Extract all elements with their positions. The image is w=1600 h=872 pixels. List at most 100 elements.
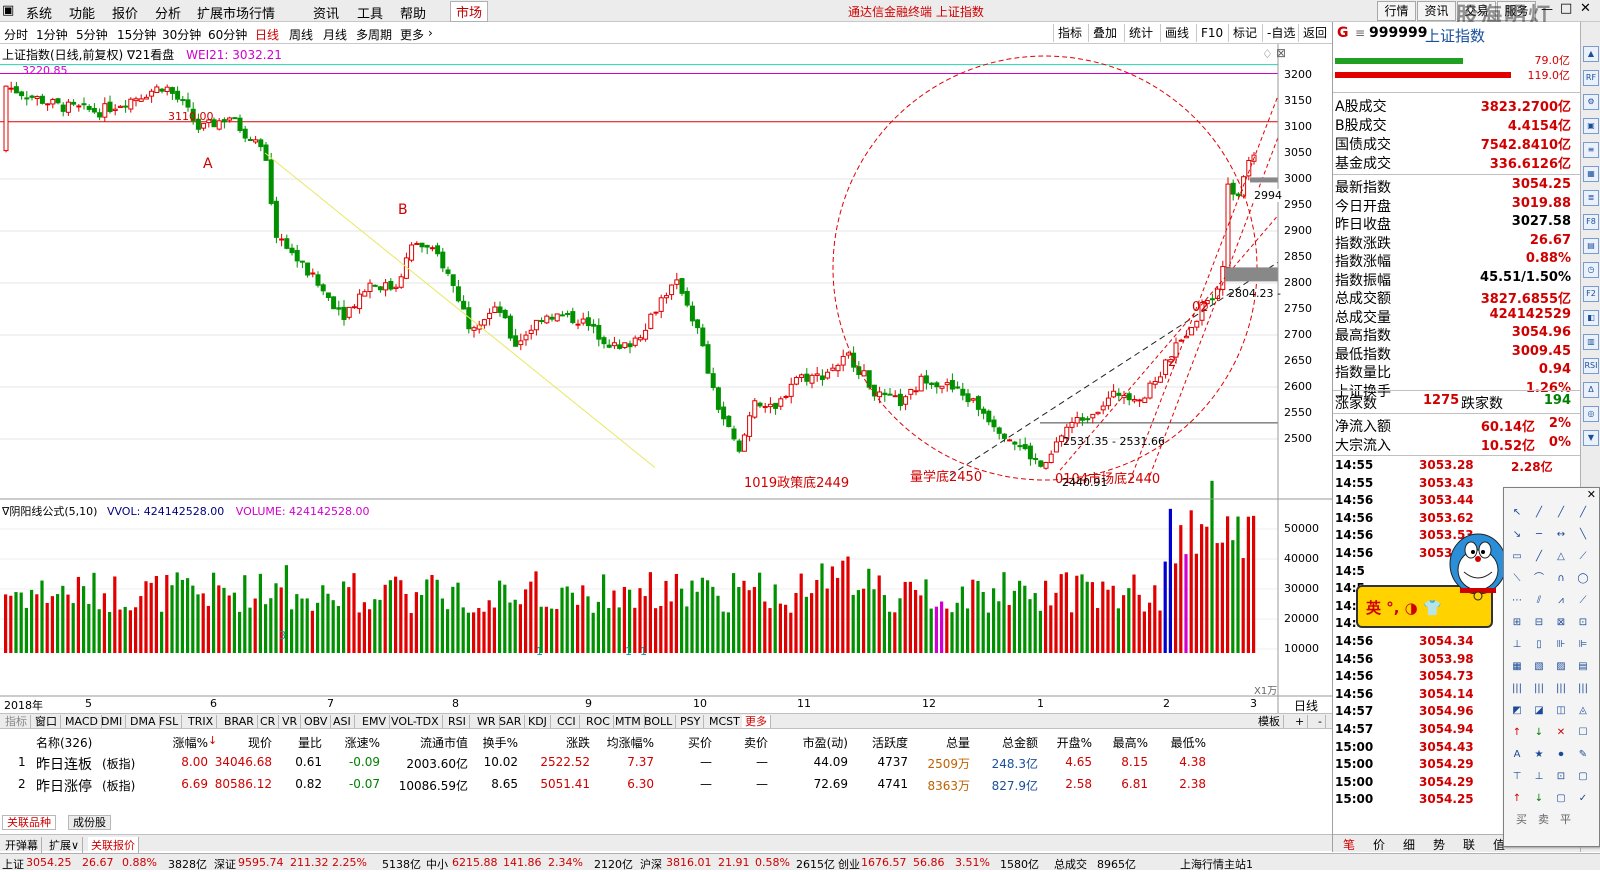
indicator-tab-指标[interactable]: 指标 — [2, 715, 31, 728]
tool-back[interactable]: 返回 — [1298, 24, 1331, 42]
draw-tool-icon[interactable]: ⊥ — [1530, 768, 1548, 786]
split-icon[interactable]: ◧ — [1583, 310, 1599, 326]
menu-icon[interactable]: ≡ — [1355, 26, 1365, 40]
draw-tool-icon[interactable]: △ — [1552, 548, 1570, 566]
menu-item-system[interactable]: 系统 — [26, 3, 52, 22]
tab-related[interactable]: 关联品种 — [2, 815, 56, 830]
indicator-tab-MACD[interactable]: MACD — [62, 715, 102, 728]
tool-stats[interactable]: 统计 — [1124, 24, 1157, 42]
draw-tool-icon[interactable]: ⊡ — [1552, 768, 1570, 786]
draw-tool-icon[interactable]: ⌒ — [1530, 570, 1548, 588]
list-icon[interactable]: ≡ — [1583, 142, 1599, 158]
draw-tool-icon[interactable]: ⊡ — [1574, 614, 1592, 632]
row-name[interactable]: 昨日连板 — [36, 754, 92, 774]
indicator-tab-窗口[interactable]: 窗口 — [32, 715, 61, 728]
col-header[interactable]: 名称(326) — [36, 734, 92, 751]
menu-item-tools[interactable]: 工具 — [357, 3, 383, 22]
period-1min[interactable]: 1分钟 — [36, 26, 68, 43]
col-header[interactable]: 换手% — [438, 734, 518, 751]
window-icon[interactable]: ▣ — [1583, 118, 1599, 134]
draw-tool-icon[interactable]: ⊟ — [1530, 614, 1548, 632]
menu-lines-icon[interactable]: ≣ — [1583, 190, 1599, 206]
clock-icon[interactable]: ◷ — [1583, 262, 1599, 278]
draw-tool-icon[interactable]: ⊞ — [1508, 614, 1526, 632]
draw-tool-icon[interactable]: ||| — [1552, 680, 1570, 698]
tool-mark[interactable]: 标记 — [1228, 24, 1261, 42]
draw-tool-icon[interactable]: ◯ — [1574, 570, 1592, 588]
app-logo-icon[interactable]: ▣ — [2, 3, 14, 18]
draw-tool-icon[interactable]: ◩ — [1508, 702, 1526, 720]
draw-tool-icon[interactable]: ▨ — [1552, 658, 1570, 676]
draw-tool-icon[interactable]: ↔ — [1552, 526, 1570, 544]
draw-tool-icon[interactable]: ⩘ — [1552, 592, 1570, 610]
draw-tool-icon[interactable]: ▢ — [1552, 790, 1570, 808]
menu-item-help[interactable]: 帮助 — [400, 3, 426, 22]
draw-tool-icon[interactable]: ⊥ — [1508, 636, 1526, 654]
period-monthly[interactable]: 月线 — [323, 26, 347, 43]
period-60min[interactable]: 60分钟 — [208, 26, 247, 43]
period-weekly[interactable]: 周线 — [289, 26, 313, 43]
tab-danmu[interactable]: 开弹幕 — [2, 837, 42, 853]
draw-tool-icon[interactable]: ▭ — [1508, 548, 1526, 566]
draw-tool-icon[interactable]: A — [1508, 746, 1526, 764]
indicator-tab-FSL[interactable]: FSL — [156, 715, 183, 728]
indicator-tab-BRAR[interactable]: BRAR — [221, 715, 258, 728]
tab-market[interactable]: 市场 — [450, 1, 489, 22]
draw-tool-label[interactable]: 买 — [1516, 811, 1527, 827]
indicator-tab-OBV[interactable]: OBV — [301, 715, 332, 728]
maximize-icon[interactable]: □ — [1560, 1, 1572, 16]
indicator-tab-EMV[interactable]: EMV — [359, 715, 390, 728]
period-15min[interactable]: 15分钟 — [117, 26, 156, 43]
indicator-tab-更多[interactable]: 更多 — [742, 715, 771, 728]
indicator-tab-BOLL[interactable]: BOLL — [641, 715, 677, 728]
target-icon[interactable]: ◎ — [1583, 406, 1599, 422]
quote-tab[interactable]: 细 — [1403, 836, 1415, 853]
draw-tool-icon[interactable]: ╱ — [1574, 504, 1592, 522]
draw-tool-label[interactable]: 平 — [1560, 811, 1571, 827]
indicator-tab-VOL-TDX[interactable]: VOL-TDX — [388, 715, 443, 728]
quote-tab[interactable]: 价 — [1373, 836, 1385, 853]
f8-icon[interactable]: F8 — [1583, 214, 1599, 230]
period-30min[interactable]: 30分钟 — [162, 26, 201, 43]
kline-chart[interactable] — [0, 44, 1332, 713]
chevron-right-icon[interactable]: › — [428, 26, 433, 40]
draw-tool-icon[interactable]: ╱ — [1530, 504, 1548, 522]
draw-tool-icon[interactable]: ◬ — [1574, 702, 1592, 720]
draw-tool-icon[interactable]: ⊪ — [1552, 636, 1570, 654]
tool-indicator[interactable]: 指标 — [1053, 24, 1086, 42]
tab-related-quote[interactable]: 关联报价 — [88, 837, 139, 853]
indicator-tab-CR[interactable]: CR — [257, 715, 280, 728]
indicator-tab-right[interactable]: 模板 — [1255, 715, 1284, 728]
draw-tool-icon[interactable]: ↑ — [1508, 724, 1526, 742]
scroll-down-icon[interactable]: ▼ — [1583, 430, 1599, 446]
draw-tool-icon[interactable]: ⊫ — [1574, 636, 1592, 654]
draw-tool-icon[interactable]: ⏺ — [1552, 746, 1570, 764]
draw-tool-icon[interactable]: ╱ — [1530, 548, 1548, 566]
draw-tool-icon[interactable]: ◪ — [1530, 702, 1548, 720]
draw-tool-icon[interactable]: ─ — [1530, 526, 1548, 544]
draw-tool-icon[interactable]: ||| — [1508, 680, 1526, 698]
draw-tool-icon[interactable]: ★ — [1530, 746, 1548, 764]
tool-watchlist[interactable]: -自选 — [1262, 24, 1299, 42]
indicator-tab-RSI[interactable]: RSI — [445, 715, 470, 728]
draw-tool-icon[interactable]: ⊤ — [1508, 768, 1526, 786]
draw-tool-icon[interactable]: ⋯ — [1508, 592, 1526, 610]
indicator-tab-right[interactable]: + — [1292, 715, 1309, 728]
menu-item-analysis[interactable]: 分析 — [155, 3, 181, 22]
draw-tool-icon[interactable]: ⊠ — [1552, 614, 1570, 632]
indicator-tab-TRIX[interactable]: TRIX — [185, 715, 218, 728]
indicator-tab-MCST[interactable]: MCST — [706, 715, 744, 728]
grid-icon[interactable]: ▦ — [1583, 166, 1599, 182]
draw-tool-icon[interactable]: ▯ — [1530, 636, 1548, 654]
draw-tool-icon[interactable]: ↘ — [1508, 526, 1526, 544]
scroll-up-icon[interactable]: ▲ — [1583, 46, 1599, 62]
draw-tool-icon[interactable]: ◫ — [1552, 702, 1570, 720]
indicator-tab-DMI[interactable]: DMI — [98, 715, 127, 728]
button-zixun[interactable]: 资讯 — [1417, 1, 1456, 21]
table-row[interactable]: 2 昨日涨停 (板指) 6.69 80586.12 0.82 -0.07 10086.59亿 8… — [0, 773, 1332, 795]
columns-icon[interactable]: ▥ — [1583, 334, 1599, 350]
indicator-tab-right[interactable]: - — [1315, 715, 1326, 728]
rsi-icon[interactable]: RSI — [1583, 358, 1599, 374]
draw-tool-icon[interactable]: ╱ — [1552, 504, 1570, 522]
button-hangqing[interactable]: 行情 — [1377, 1, 1416, 21]
